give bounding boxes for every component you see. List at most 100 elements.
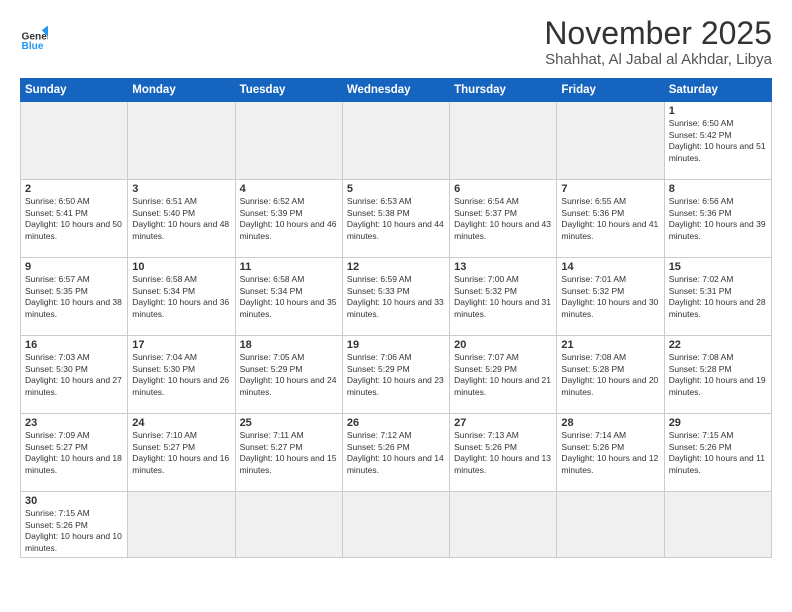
day-number: 19 [347, 339, 445, 351]
table-row [235, 492, 342, 558]
day-number: 15 [669, 261, 767, 273]
calendar-week-row: 1Sunrise: 6:50 AMSunset: 5:42 PMDaylight… [21, 102, 772, 180]
day-number: 18 [240, 339, 338, 351]
table-row [128, 102, 235, 180]
table-row: 2Sunrise: 6:50 AMSunset: 5:41 PMDaylight… [21, 180, 128, 258]
table-row: 22Sunrise: 7:08 AMSunset: 5:28 PMDayligh… [664, 336, 771, 414]
day-info: Sunrise: 6:51 AMSunset: 5:40 PMDaylight:… [132, 196, 230, 242]
table-row: 16Sunrise: 7:03 AMSunset: 5:30 PMDayligh… [21, 336, 128, 414]
day-info: Sunrise: 7:15 AMSunset: 5:26 PMDaylight:… [25, 508, 123, 554]
day-info: Sunrise: 7:04 AMSunset: 5:30 PMDaylight:… [132, 352, 230, 398]
day-info: Sunrise: 7:13 AMSunset: 5:26 PMDaylight:… [454, 430, 552, 476]
day-number: 12 [347, 261, 445, 273]
day-number: 17 [132, 339, 230, 351]
table-row: 6Sunrise: 6:54 AMSunset: 5:37 PMDaylight… [450, 180, 557, 258]
header-thursday: Thursday [450, 79, 557, 102]
day-number: 16 [25, 339, 123, 351]
day-number: 27 [454, 417, 552, 429]
day-info: Sunrise: 6:52 AMSunset: 5:39 PMDaylight:… [240, 196, 338, 242]
table-row: 8Sunrise: 6:56 AMSunset: 5:36 PMDaylight… [664, 180, 771, 258]
table-row: 29Sunrise: 7:15 AMSunset: 5:26 PMDayligh… [664, 414, 771, 492]
table-row: 5Sunrise: 6:53 AMSunset: 5:38 PMDaylight… [342, 180, 449, 258]
table-row: 21Sunrise: 7:08 AMSunset: 5:28 PMDayligh… [557, 336, 664, 414]
day-number: 3 [132, 183, 230, 195]
day-info: Sunrise: 6:54 AMSunset: 5:37 PMDaylight:… [454, 196, 552, 242]
day-number: 9 [25, 261, 123, 273]
table-row [342, 492, 449, 558]
month-title: November 2025 [544, 16, 772, 51]
calendar-week-row: 23Sunrise: 7:09 AMSunset: 5:27 PMDayligh… [21, 414, 772, 492]
header: General Blue November 2025 Shahhat, Al J… [20, 16, 772, 68]
day-number: 14 [561, 261, 659, 273]
day-info: Sunrise: 7:12 AMSunset: 5:26 PMDaylight:… [347, 430, 445, 476]
day-info: Sunrise: 6:53 AMSunset: 5:38 PMDaylight:… [347, 196, 445, 242]
table-row: 26Sunrise: 7:12 AMSunset: 5:26 PMDayligh… [342, 414, 449, 492]
day-number: 8 [669, 183, 767, 195]
header-wednesday: Wednesday [342, 79, 449, 102]
day-number: 11 [240, 261, 338, 273]
table-row: 14Sunrise: 7:01 AMSunset: 5:32 PMDayligh… [557, 258, 664, 336]
day-number: 23 [25, 417, 123, 429]
day-info: Sunrise: 6:58 AMSunset: 5:34 PMDaylight:… [240, 274, 338, 320]
table-row: 25Sunrise: 7:11 AMSunset: 5:27 PMDayligh… [235, 414, 342, 492]
table-row: 10Sunrise: 6:58 AMSunset: 5:34 PMDayligh… [128, 258, 235, 336]
table-row: 13Sunrise: 7:00 AMSunset: 5:32 PMDayligh… [450, 258, 557, 336]
table-row [557, 492, 664, 558]
table-row [664, 492, 771, 558]
table-row: 1Sunrise: 6:50 AMSunset: 5:42 PMDaylight… [664, 102, 771, 180]
table-row: 11Sunrise: 6:58 AMSunset: 5:34 PMDayligh… [235, 258, 342, 336]
table-row [342, 102, 449, 180]
logo-icon: General Blue [20, 24, 48, 52]
location-subtitle: Shahhat, Al Jabal al Akhdar, Libya [544, 51, 772, 68]
day-number: 26 [347, 417, 445, 429]
day-number: 29 [669, 417, 767, 429]
table-row: 30Sunrise: 7:15 AMSunset: 5:26 PMDayligh… [21, 492, 128, 558]
table-row: 17Sunrise: 7:04 AMSunset: 5:30 PMDayligh… [128, 336, 235, 414]
title-block: November 2025 Shahhat, Al Jabal al Akhda… [544, 16, 772, 68]
day-number: 28 [561, 417, 659, 429]
day-number: 6 [454, 183, 552, 195]
day-info: Sunrise: 7:02 AMSunset: 5:31 PMDaylight:… [669, 274, 767, 320]
calendar-week-row: 9Sunrise: 6:57 AMSunset: 5:35 PMDaylight… [21, 258, 772, 336]
table-row: 12Sunrise: 6:59 AMSunset: 5:33 PMDayligh… [342, 258, 449, 336]
header-friday: Friday [557, 79, 664, 102]
day-info: Sunrise: 7:11 AMSunset: 5:27 PMDaylight:… [240, 430, 338, 476]
table-row: 19Sunrise: 7:06 AMSunset: 5:29 PMDayligh… [342, 336, 449, 414]
day-info: Sunrise: 7:06 AMSunset: 5:29 PMDaylight:… [347, 352, 445, 398]
day-number: 4 [240, 183, 338, 195]
table-row: 3Sunrise: 6:51 AMSunset: 5:40 PMDaylight… [128, 180, 235, 258]
day-number: 25 [240, 417, 338, 429]
day-info: Sunrise: 7:14 AMSunset: 5:26 PMDaylight:… [561, 430, 659, 476]
calendar-week-row: 30Sunrise: 7:15 AMSunset: 5:26 PMDayligh… [21, 492, 772, 558]
day-info: Sunrise: 7:01 AMSunset: 5:32 PMDaylight:… [561, 274, 659, 320]
day-info: Sunrise: 6:58 AMSunset: 5:34 PMDaylight:… [132, 274, 230, 320]
day-number: 10 [132, 261, 230, 273]
table-row [235, 102, 342, 180]
calendar-week-row: 16Sunrise: 7:03 AMSunset: 5:30 PMDayligh… [21, 336, 772, 414]
table-row: 18Sunrise: 7:05 AMSunset: 5:29 PMDayligh… [235, 336, 342, 414]
table-row: 7Sunrise: 6:55 AMSunset: 5:36 PMDaylight… [557, 180, 664, 258]
table-row: 28Sunrise: 7:14 AMSunset: 5:26 PMDayligh… [557, 414, 664, 492]
day-info: Sunrise: 7:00 AMSunset: 5:32 PMDaylight:… [454, 274, 552, 320]
day-info: Sunrise: 7:09 AMSunset: 5:27 PMDaylight:… [25, 430, 123, 476]
svg-text:Blue: Blue [22, 41, 44, 52]
table-row: 9Sunrise: 6:57 AMSunset: 5:35 PMDaylight… [21, 258, 128, 336]
day-number: 22 [669, 339, 767, 351]
day-number: 21 [561, 339, 659, 351]
header-sunday: Sunday [21, 79, 128, 102]
day-number: 20 [454, 339, 552, 351]
header-saturday: Saturday [664, 79, 771, 102]
table-row: 27Sunrise: 7:13 AMSunset: 5:26 PMDayligh… [450, 414, 557, 492]
header-tuesday: Tuesday [235, 79, 342, 102]
calendar-week-row: 2Sunrise: 6:50 AMSunset: 5:41 PMDaylight… [21, 180, 772, 258]
day-info: Sunrise: 7:15 AMSunset: 5:26 PMDaylight:… [669, 430, 767, 476]
day-info: Sunrise: 7:03 AMSunset: 5:30 PMDaylight:… [25, 352, 123, 398]
table-row [128, 492, 235, 558]
table-row [21, 102, 128, 180]
day-info: Sunrise: 6:57 AMSunset: 5:35 PMDaylight:… [25, 274, 123, 320]
day-info: Sunrise: 6:59 AMSunset: 5:33 PMDaylight:… [347, 274, 445, 320]
day-number: 1 [669, 105, 767, 117]
table-row: 24Sunrise: 7:10 AMSunset: 5:27 PMDayligh… [128, 414, 235, 492]
day-info: Sunrise: 7:05 AMSunset: 5:29 PMDaylight:… [240, 352, 338, 398]
day-number: 2 [25, 183, 123, 195]
